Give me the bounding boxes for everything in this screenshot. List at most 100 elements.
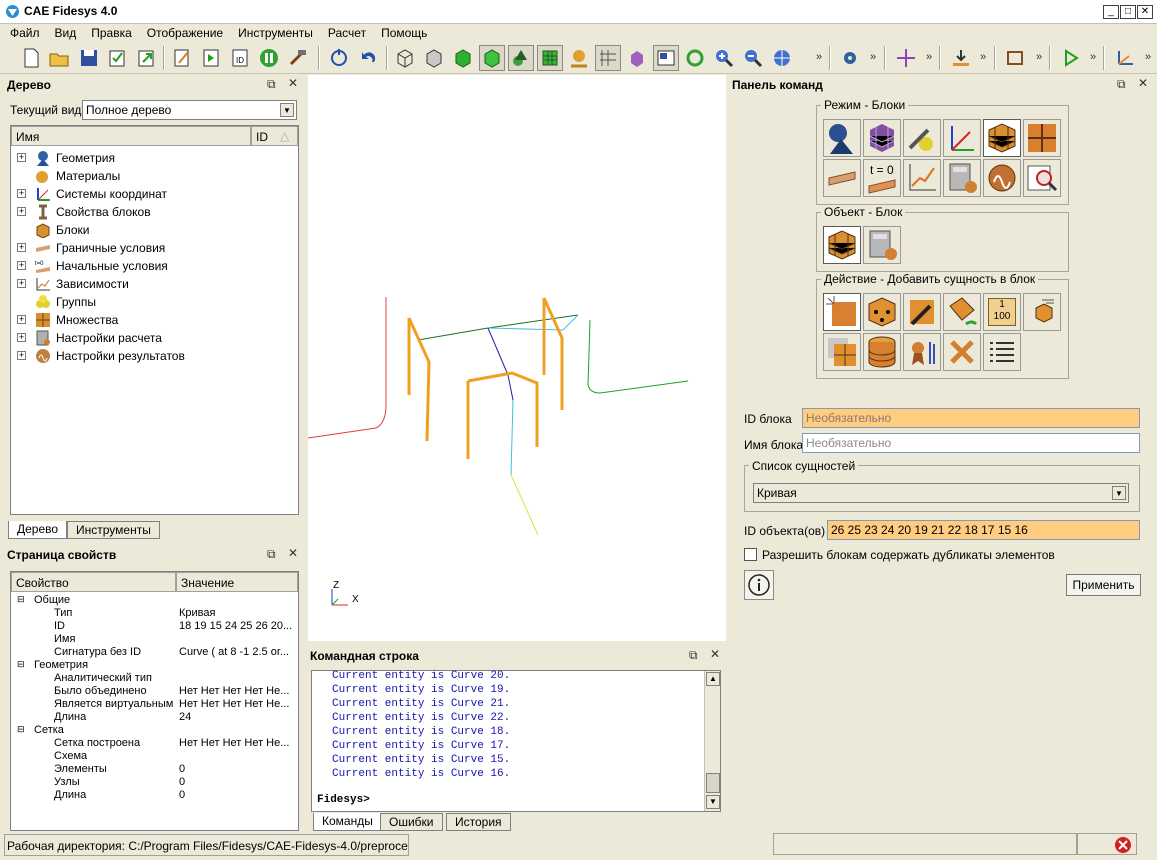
open-folder-icon[interactable]	[46, 45, 72, 71]
object-block-button[interactable]	[823, 226, 861, 264]
build-tools-icon[interactable]	[285, 45, 311, 71]
mode-bc-button[interactable]	[823, 159, 861, 197]
collapse-icon[interactable]: ⊟	[17, 724, 25, 735]
mode-sets-button[interactable]	[1023, 119, 1061, 157]
expand-icon[interactable]: +	[17, 315, 26, 324]
menu-view[interactable]: Вид	[46, 24, 83, 40]
shaded-view-icon[interactable]	[450, 45, 476, 71]
view-select[interactable]: Полное дерево ▼	[82, 100, 297, 120]
mesh-frame-icon[interactable]	[1002, 45, 1028, 71]
load-bc-icon[interactable]	[948, 45, 974, 71]
tab-tools[interactable]: Инструменты	[67, 521, 160, 539]
mode-dependency-button[interactable]	[903, 159, 941, 197]
toolbar-overflow-icon[interactable]: »	[926, 51, 932, 63]
mode-material-button[interactable]	[903, 119, 941, 157]
action-properties-button[interactable]	[903, 333, 941, 371]
expand-icon[interactable]: +	[17, 261, 26, 270]
run-id-icon[interactable]: ID	[227, 45, 253, 71]
menu-edit[interactable]: Правка	[82, 24, 138, 40]
action-list-button[interactable]	[983, 333, 1021, 371]
scroll-up-icon[interactable]: ▲	[706, 672, 720, 686]
new-file-icon[interactable]	[18, 45, 44, 71]
toolbar-overflow-icon[interactable]: »	[1036, 51, 1042, 63]
scrollbar[interactable]: ▲ ▼	[704, 671, 720, 811]
3d-viewport[interactable]: Z X	[307, 75, 726, 641]
action-remove-button[interactable]	[943, 293, 981, 331]
mode-blocks-button[interactable]	[983, 119, 1021, 157]
float-panel-icon[interactable]: ⧉	[1117, 77, 1126, 92]
wireframe-view-icon[interactable]	[392, 45, 418, 71]
smooth-shade-icon[interactable]	[479, 45, 505, 71]
mode-inspect-button[interactable]	[1023, 159, 1061, 197]
node-view-icon[interactable]	[566, 45, 592, 71]
menu-display[interactable]: Отображение	[138, 24, 229, 40]
command-output[interactable]: Current entity is Curve 20. Current enti…	[311, 670, 721, 812]
refresh-display-icon[interactable]	[326, 45, 352, 71]
mode-mesh-button[interactable]	[863, 119, 901, 157]
menu-tools[interactable]: Инструменты	[229, 24, 319, 40]
export-icon[interactable]	[133, 45, 159, 71]
tab-errors[interactable]: Ошибки	[380, 813, 443, 831]
save-icon[interactable]	[76, 45, 102, 71]
zoom-in-icon[interactable]	[711, 45, 737, 71]
grid-axes-icon[interactable]	[595, 45, 621, 71]
menu-calc[interactable]: Расчет	[319, 24, 372, 40]
col-name-header[interactable]: Имя	[11, 126, 251, 146]
mode-geometry-button[interactable]	[823, 119, 861, 157]
object-block-props-button[interactable]	[863, 226, 901, 264]
action-split-button[interactable]	[823, 333, 861, 371]
allow-duplicates-checkbox[interactable]	[744, 548, 757, 561]
entity-type-select[interactable]: Кривая ▼	[753, 483, 1129, 503]
expand-icon[interactable]: +	[17, 153, 26, 162]
toolbar-overflow-icon[interactable]: »	[870, 51, 876, 63]
collapse-icon[interactable]: ⊟	[17, 659, 25, 670]
perspective-icon[interactable]	[624, 45, 650, 71]
close-panel-icon[interactable]: ✕	[288, 546, 298, 560]
close-panel-icon[interactable]: ✕	[1138, 76, 1148, 90]
info-button[interactable]	[744, 570, 774, 600]
stop-error-icon[interactable]	[1114, 836, 1132, 854]
action-create-button[interactable]	[823, 293, 861, 331]
expand-icon[interactable]: +	[17, 333, 26, 342]
col-value-header[interactable]: Значение	[176, 572, 298, 592]
run-calc-icon[interactable]	[1057, 45, 1083, 71]
close-panel-icon[interactable]: ✕	[288, 76, 298, 90]
action-modify-button[interactable]	[903, 293, 941, 331]
command-prompt[interactable]: Fidesys>	[317, 794, 370, 806]
action-delete-button[interactable]	[943, 333, 981, 371]
expand-icon[interactable]: +	[17, 243, 26, 252]
zoom-out-icon[interactable]	[740, 45, 766, 71]
collapse-icon[interactable]: ⊟	[17, 594, 25, 605]
tab-commands[interactable]: Команды	[313, 813, 382, 831]
scroll-down-icon[interactable]: ▼	[706, 795, 720, 809]
float-panel-icon[interactable]: ⧉	[267, 77, 276, 92]
chevron-down-icon[interactable]: ▼	[280, 103, 294, 117]
action-add-entity-button[interactable]	[863, 293, 901, 331]
mode-coordsys-button[interactable]	[943, 119, 981, 157]
action-cylinder-button[interactable]	[863, 333, 901, 371]
object-ids-input[interactable]: 26 25 23 24 20 19 21 22 18 17 15 16	[827, 520, 1140, 540]
float-panel-icon[interactable]: ⧉	[267, 547, 276, 562]
tab-history[interactable]: История	[446, 813, 511, 831]
action-renumber-button[interactable]: 1 100	[983, 293, 1021, 331]
toolbar-overflow-icon[interactable]: »	[980, 51, 986, 63]
expand-icon[interactable]: +	[17, 207, 26, 216]
toolbar-overflow-icon[interactable]: »	[1145, 51, 1151, 63]
close-window-button[interactable]: ✕	[1137, 5, 1153, 19]
minimize-button[interactable]: _	[1103, 5, 1119, 19]
fit-view-icon[interactable]	[769, 45, 795, 71]
coord-axes-icon[interactable]	[1112, 45, 1138, 71]
chevron-down-icon[interactable]: ▼	[1112, 486, 1126, 500]
float-panel-icon[interactable]: ⧉	[689, 648, 698, 663]
col-property-header[interactable]: Свойство	[11, 572, 176, 592]
undo-icon[interactable]	[355, 45, 381, 71]
scroll-thumb[interactable]	[706, 773, 720, 793]
hidden-line-icon[interactable]	[421, 45, 447, 71]
mode-ic-button[interactable]: t = 0	[863, 159, 901, 197]
mode-results-button[interactable]	[983, 159, 1021, 197]
settings-gears-icon[interactable]	[837, 45, 863, 71]
expand-icon[interactable]: +	[17, 189, 26, 198]
expand-icon[interactable]: +	[17, 279, 26, 288]
geometry-view-icon[interactable]	[508, 45, 534, 71]
menu-file[interactable]: Файл	[0, 24, 46, 40]
